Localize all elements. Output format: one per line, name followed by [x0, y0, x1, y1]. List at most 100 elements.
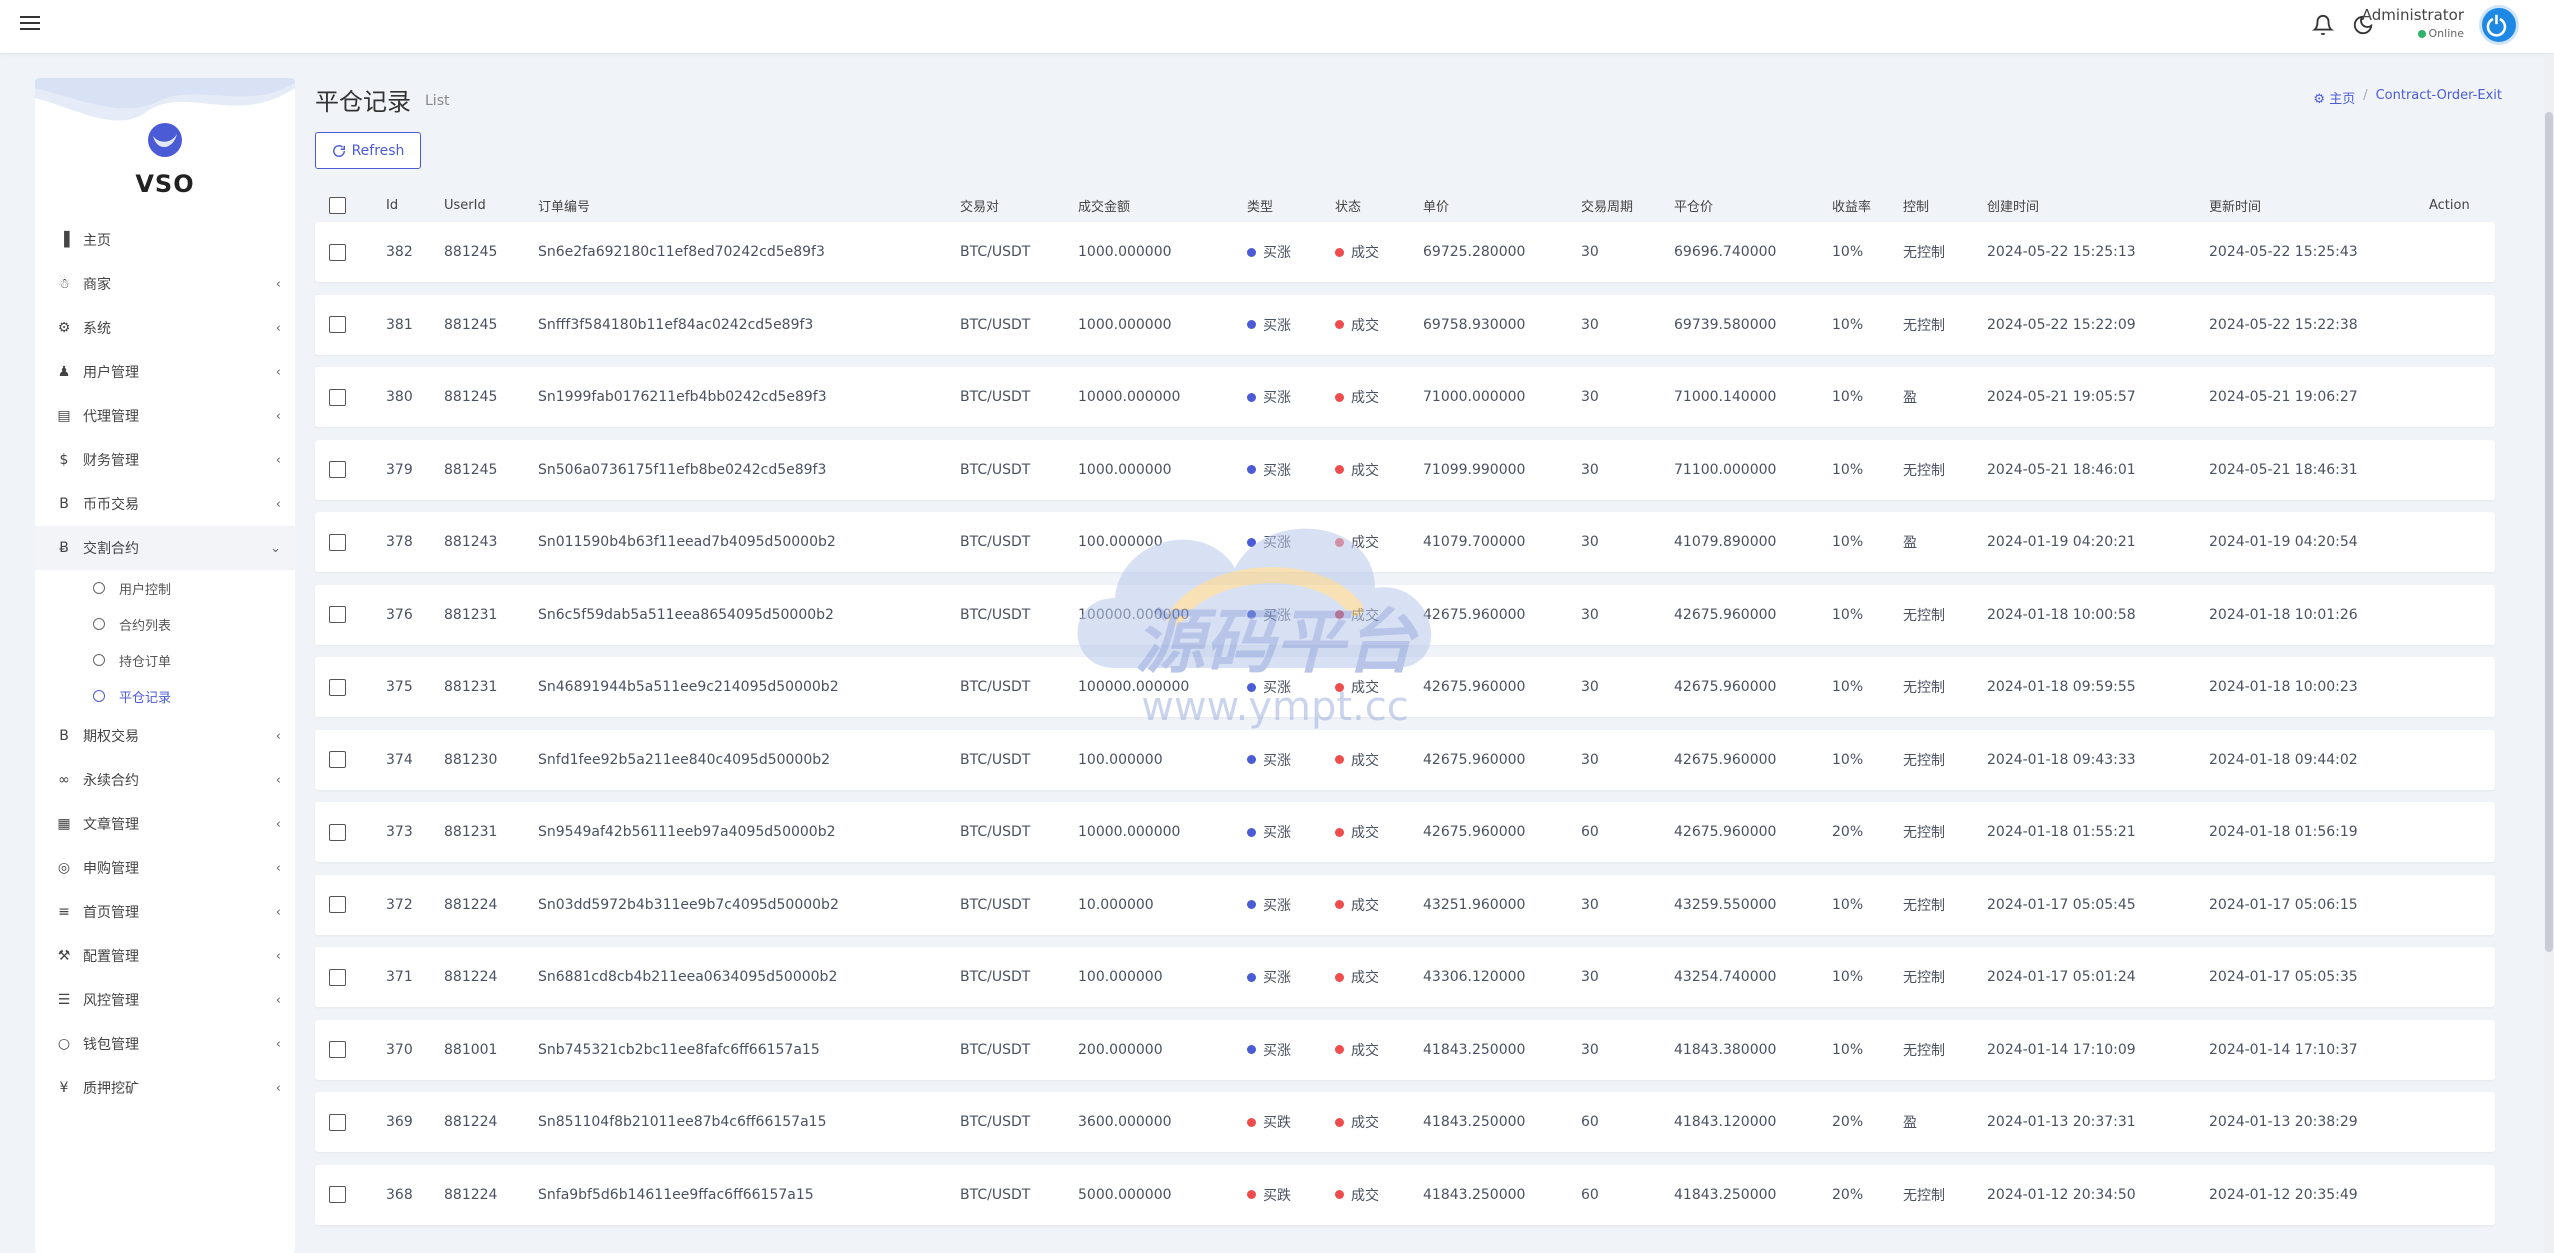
table-row[interactable]: 371 881224 Sn6881cd8cb4b211eea0634095d5000…: [315, 947, 2495, 1007]
column-header[interactable]: 收益率: [1832, 188, 1871, 222]
brand-logo[interactable]: VSO: [35, 78, 295, 218]
status-dot-icon: [1335, 320, 1344, 329]
row-checkbox[interactable]: [329, 896, 346, 913]
row-checkbox[interactable]: [329, 823, 346, 841]
sidebar-item-5[interactable]: $ 财务管理 ‹: [35, 438, 295, 482]
sidebar-item-16[interactable]: ¥ 质押挖矿 ‹: [35, 1066, 295, 1110]
sidebar-item-8[interactable]: B 期权交易 ‹: [35, 714, 295, 758]
sidebar-item-0[interactable]: ▐ 主页: [35, 218, 295, 262]
table-row[interactable]: 373 881231 Sn9549af42b56111eeb97a4095d5000…: [315, 802, 2495, 862]
table-row[interactable]: 379 881245 Sn506a0736175f11efb8be0242cd5e8…: [315, 439, 2495, 500]
sidebar-item-15[interactable]: ○ 钱包管理 ‹: [35, 1022, 295, 1066]
row-checkbox[interactable]: [329, 1186, 346, 1203]
select-all-checkbox[interactable]: [329, 196, 346, 214]
cell-type: 买涨: [1247, 1020, 1291, 1080]
cell-control: 无控制: [1903, 607, 1945, 624]
cell-id: 375: [386, 679, 413, 695]
sidebar-item-11[interactable]: ◎ 申购管理 ‹: [35, 846, 295, 890]
row-checkbox[interactable]: [329, 751, 346, 768]
cell-type: 买涨: [1247, 295, 1291, 355]
circle-icon: ○: [57, 1036, 71, 1052]
sidebar-item-12[interactable]: ≡ 首页管理 ‹: [35, 890, 295, 934]
column-header[interactable]: 状态: [1335, 188, 1361, 222]
cell-id: 373: [386, 824, 413, 840]
table-row[interactable]: 376 881231 Sn6c5f59dab5a511eea8654095d5000…: [315, 584, 2495, 645]
column-header[interactable]: 交易对: [960, 188, 999, 222]
breadcrumb-current[interactable]: Contract-Order-Exit: [2376, 88, 2502, 107]
row-checkbox[interactable]: [329, 316, 346, 333]
breadcrumb: ⚙ 主页 / Contract-Order-Exit: [2313, 88, 2502, 107]
row-checkbox[interactable]: [329, 461, 346, 478]
row-checkbox[interactable]: [329, 1041, 346, 1058]
column-header[interactable]: Action: [2429, 188, 2470, 222]
sidebar-item-13[interactable]: ⚒ 配置管理 ‹: [35, 934, 295, 978]
status-dot-icon: [1247, 1045, 1256, 1054]
column-header[interactable]: 单价: [1423, 188, 1449, 222]
table-row[interactable]: 382 881245 Sn6e2fa692180c11ef8ed70242cd5e8…: [315, 222, 2495, 282]
sidebar-item-4[interactable]: ▤ 代理管理 ‹: [35, 394, 295, 438]
cell-pair: BTC/USDT: [960, 389, 1031, 405]
sidebar-item-9[interactable]: ∞ 永续合约 ‹: [35, 758, 295, 802]
sidebar-item-3[interactable]: ♟ 用户管理 ‹: [35, 350, 295, 394]
table-row[interactable]: 370 881001 Snb745321cb2bc11ee8fafc6ff66157…: [315, 1019, 2495, 1080]
table-row[interactable]: 368 881224 Snfa9bf5d6b14611ee9ffac6ff66157…: [315, 1164, 2495, 1225]
cell-order: Sn506a0736175f11efb8be0242cd5e89f3: [538, 461, 827, 478]
avatar[interactable]: [2479, 5, 2519, 45]
column-header[interactable]: 类型: [1247, 188, 1273, 222]
column-header[interactable]: 成交金额: [1078, 188, 1130, 222]
row-checkbox[interactable]: [329, 606, 346, 623]
refresh-button[interactable]: Refresh: [315, 132, 421, 169]
row-checkbox[interactable]: [329, 533, 346, 551]
cell-created: 2024-01-17 05:05:45: [1987, 896, 2136, 913]
row-checkbox[interactable]: [329, 968, 346, 986]
cell-type: 买涨: [1247, 367, 1291, 427]
row-checkbox[interactable]: [329, 678, 346, 696]
column-header[interactable]: UserId: [444, 188, 486, 222]
breadcrumb-home[interactable]: ⚙ 主页: [2313, 88, 2355, 107]
chevron-left-icon: ‹: [275, 817, 281, 832]
cell-control: 无控制: [1903, 1042, 1945, 1059]
sidebar-subitem-3[interactable]: 平仓记录: [35, 678, 295, 714]
sidebar-subitem-2[interactable]: 持仓订单: [35, 642, 295, 678]
table-row[interactable]: 372 881224 Sn03dd5972b4b311ee9b7c4095d5000…: [315, 874, 2495, 935]
column-header[interactable]: 创建时间: [1987, 188, 2039, 222]
table-row[interactable]: 374 881230 Snfd1fee92b5a211ee840c4095d5000…: [315, 729, 2495, 790]
page-scrollbar[interactable]: [2544, 54, 2554, 1253]
column-header[interactable]: 交易周期: [1581, 188, 1633, 222]
column-header[interactable]: 订单编号: [538, 188, 590, 222]
column-header[interactable]: Id: [386, 188, 398, 222]
sidebar-item-6[interactable]: B 币币交易 ‹: [35, 482, 295, 526]
cell-control: 无控制: [1903, 462, 1945, 479]
table-row[interactable]: 380 881245 Sn1999fab0176211efb4bb0242cd5e8…: [315, 367, 2495, 427]
chevron-left-icon: ‹: [275, 949, 281, 964]
row-select-cell: [329, 1092, 346, 1152]
column-header[interactable]: 更新时间: [2209, 188, 2261, 222]
scrollbar-thumb[interactable]: [2545, 112, 2553, 952]
cell-period: 30: [1581, 896, 1599, 913]
cell-type: 买涨: [1247, 440, 1291, 500]
table-row[interactable]: 375 881231 Sn46891944b5a511ee9c214095d5000…: [315, 657, 2495, 717]
user-info[interactable]: Administrator Online: [2362, 6, 2464, 40]
cell-period: 30: [1581, 606, 1599, 623]
cell-period: 30: [1581, 1041, 1599, 1058]
hamburger-menu-icon[interactable]: [20, 12, 40, 32]
table-row[interactable]: 369 881224 Sn851104f8b21011ee87b4c6ff66157…: [315, 1092, 2495, 1152]
column-header[interactable]: 平仓价: [1674, 188, 1713, 222]
sidebar-item-14[interactable]: ☰ 风控管理 ‹: [35, 978, 295, 1022]
sidebar-item-1[interactable]: ☃ 商家 ‹: [35, 262, 295, 306]
cell-close: 41843.380000: [1674, 1041, 1777, 1058]
table-row[interactable]: 378 881243 Sn011590b4b63f11eead7b4095d5000…: [315, 512, 2495, 572]
sidebar-subitem-0[interactable]: 用户控制: [35, 570, 295, 606]
column-header[interactable]: 控制: [1903, 188, 1929, 222]
cell-amount: 10000.000000: [1078, 389, 1181, 405]
row-checkbox[interactable]: [329, 388, 346, 406]
row-checkbox[interactable]: [329, 1113, 346, 1131]
sidebar-item-2[interactable]: ⚙ 系统 ‹: [35, 306, 295, 350]
row-checkbox[interactable]: [329, 243, 346, 261]
sidebar-subitem-1[interactable]: 合约列表: [35, 606, 295, 642]
table-row[interactable]: 381 881245 Snfff3f584180b11ef84ac0242cd5e8…: [315, 294, 2495, 355]
sidebar-item-10[interactable]: ▦ 文章管理 ‹: [35, 802, 295, 846]
bell-icon[interactable]: [2312, 14, 2334, 36]
cell-order: Snfa9bf5d6b14611ee9ffac6ff66157a15: [538, 1186, 814, 1203]
sidebar-item-7[interactable]: Ƀ 交割合约 ⌄: [35, 526, 295, 570]
